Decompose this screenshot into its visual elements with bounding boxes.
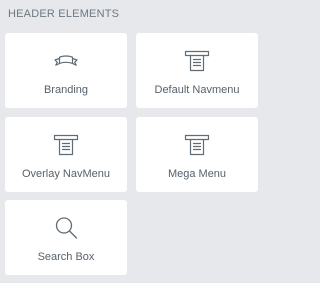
navmenu-icon [53,133,79,157]
header-elements-panel: HEADER ELEMENTS Branding Default Navmenu… [0,0,261,283]
tile-label: Search Box [37,251,95,263]
section-title: HEADER ELEMENTS [8,8,120,20]
tile-label: Overlay NavMenu [21,168,111,180]
search-box-widget-tile[interactable]: Search Box [5,200,127,275]
branding-widget-tile[interactable]: Branding [5,33,127,108]
navmenu-icon [184,49,210,73]
tile-label: Default Navmenu [154,84,240,96]
navmenu-icon [184,133,210,157]
overlay-navmenu-widget-tile[interactable]: Overlay NavMenu [5,117,127,192]
tile-label: Mega Menu [167,168,227,180]
elements-grid: Branding Default Navmenu Overlay NavMenu… [5,33,258,275]
tile-label: Branding [43,84,89,96]
mega-menu-widget-tile[interactable]: Mega Menu [136,117,258,192]
default-navmenu-widget-tile[interactable]: Default Navmenu [136,33,258,108]
ribbon-icon [53,49,79,73]
search-icon [53,216,79,240]
